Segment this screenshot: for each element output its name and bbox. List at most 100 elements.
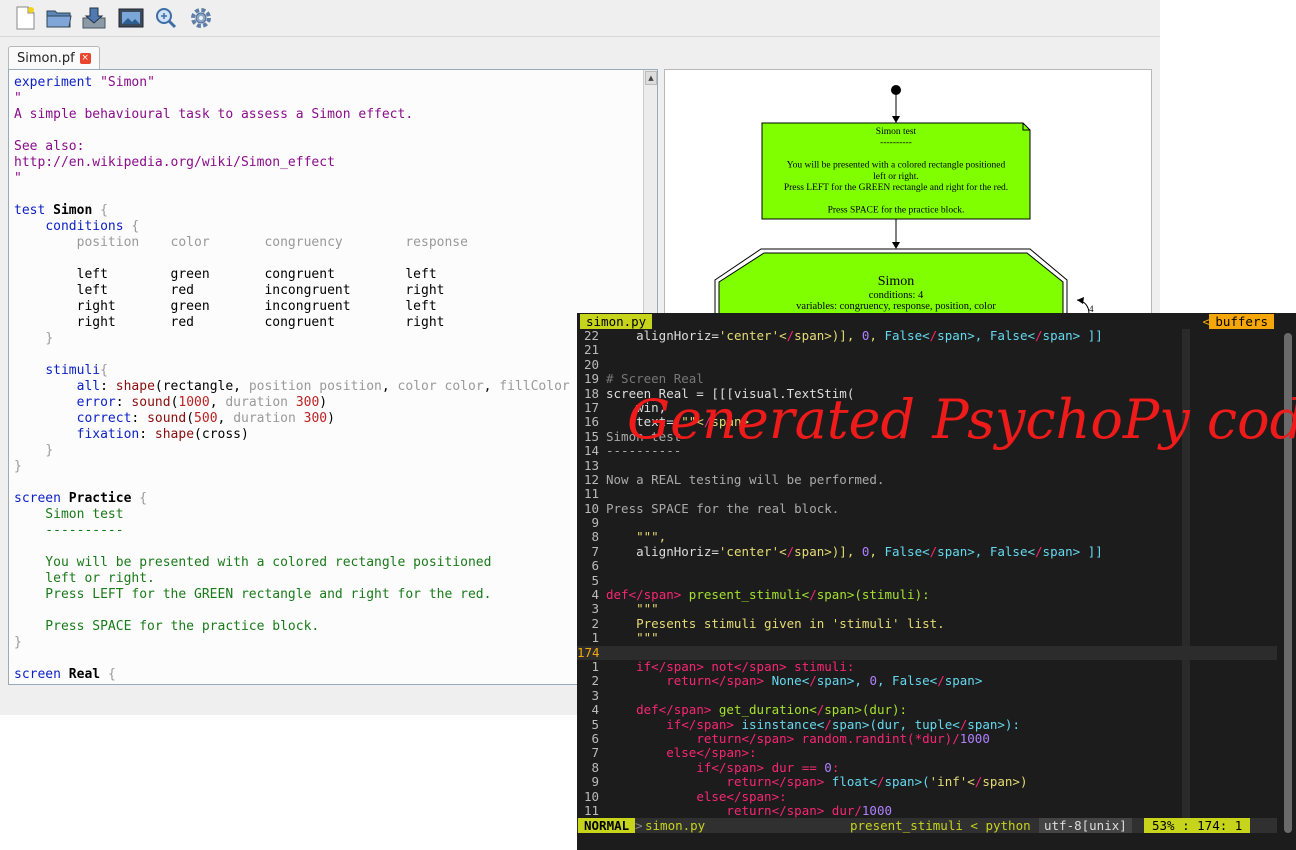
vim-line-number: 20 bbox=[583, 356, 599, 372]
vim-line-number: 5 bbox=[591, 572, 599, 588]
vim-cursor-line[interactable]: 174 bbox=[577, 645, 1277, 660]
editor-text[interactable]: experiment "Simon" " A simple behavioura… bbox=[14, 75, 570, 683]
vim-line[interactable]: 19 # Screen Real bbox=[577, 371, 1277, 387]
vim-line-number: 4 bbox=[591, 587, 599, 603]
close-icon[interactable]: × bbox=[79, 53, 91, 64]
vim-line-number: 15 bbox=[583, 428, 599, 444]
vim-line-number: 6 bbox=[591, 730, 599, 746]
new-file-icon[interactable] bbox=[12, 5, 38, 31]
vim-line-text: def</span> present_stimuli</span>(stimul… bbox=[606, 587, 930, 603]
vim-line[interactable]: 5 bbox=[577, 572, 1277, 588]
vim-line[interactable]: 1 if</span> not</span> stimuli: bbox=[577, 658, 1277, 674]
practice-screen-line: Simon test bbox=[876, 127, 917, 137]
vim-line-number: 16 bbox=[583, 414, 599, 430]
vim-status-function: present_stimuli < python bbox=[850, 818, 1031, 833]
vim-line[interactable]: 10 Press SPACE for the real block. bbox=[577, 500, 1277, 516]
vim-line-number: 8 bbox=[591, 759, 599, 775]
vim-line-text: Now a REAL testing will be performed. bbox=[606, 471, 885, 487]
vim-tab[interactable]: simon.py bbox=[580, 314, 653, 329]
vim-line[interactable]: 6 bbox=[577, 558, 1277, 574]
vim-line-number: 2 bbox=[591, 615, 599, 631]
vim-tabline: simon.py < buffers bbox=[577, 313, 1296, 329]
toolbar bbox=[0, 0, 1160, 37]
vim-line[interactable]: 4 def</span> present_stimuli</span>(stimu… bbox=[577, 587, 1277, 603]
vim-line-number: 9 bbox=[591, 774, 599, 790]
vim-line-number: 21 bbox=[583, 342, 599, 358]
vim-line-text: else</span>: bbox=[696, 788, 787, 804]
vim-line-number: 14 bbox=[583, 443, 599, 459]
practice-screen-line: You will be presented with a colored rec… bbox=[787, 161, 1006, 171]
scroll-up-icon[interactable]: ▲ bbox=[645, 71, 657, 85]
vim-status-encoding: utf-8[unix] bbox=[1039, 818, 1132, 833]
vim-line[interactable]: 7 alignHoriz='center'</span>)], 0, False… bbox=[577, 543, 1277, 559]
vim-line-text: # Screen Real bbox=[606, 371, 704, 387]
vim-line-text: return</span> float</span>('inf'</span>) bbox=[726, 774, 1028, 790]
overlay-caption: Generated PsychoPy code bbox=[627, 388, 1296, 451]
vim-line[interactable]: 21 bbox=[577, 342, 1277, 358]
code-editor[interactable]: experiment "Simon" " A simple behavioura… bbox=[8, 69, 658, 685]
vim-line[interactable]: 12 Now a REAL testing will be performed. bbox=[577, 471, 1277, 487]
practice-screen-line: left or right. bbox=[873, 171, 919, 182]
practice-screen-line: Press LEFT for the GREEN rectangle and r… bbox=[784, 182, 1008, 193]
save-icon[interactable] bbox=[81, 5, 107, 31]
vim-line-number: 8 bbox=[591, 529, 599, 545]
vim-line-number: 7 bbox=[591, 745, 599, 761]
vim-line[interactable]: 11 return</span> dur/1000 bbox=[577, 802, 1277, 818]
image-icon[interactable] bbox=[118, 5, 144, 31]
open-folder-icon[interactable] bbox=[46, 5, 72, 31]
practice-screen-line: Press SPACE for the practice block. bbox=[828, 204, 965, 215]
vim-line-number: 1 bbox=[591, 630, 599, 646]
zoom-icon[interactable] bbox=[153, 5, 179, 31]
vim-line-text: Press SPACE for the real block. bbox=[606, 500, 840, 516]
vim-buffers-label[interactable]: buffers bbox=[1209, 314, 1274, 329]
vim-line-number: 10 bbox=[583, 500, 599, 516]
vim-line[interactable]: 7 else</span>: bbox=[577, 745, 1277, 761]
vim-line-number: 17 bbox=[583, 399, 599, 415]
vim-line-text: else</span>: bbox=[666, 745, 757, 761]
vim-line-text: """ bbox=[606, 630, 659, 646]
vim-line[interactable]: 11 bbox=[577, 486, 1277, 502]
vim-line-text: if</span> dur == 0: bbox=[696, 759, 840, 775]
practice-screen-line: ---------- bbox=[880, 138, 912, 148]
test-block-title: Simon bbox=[878, 274, 915, 289]
vim-line-number: 3 bbox=[591, 601, 599, 617]
vim-line[interactable]: 6 return</span> random.randint(*dur)/100… bbox=[577, 730, 1277, 746]
vim-line[interactable]: 8 """, bbox=[577, 529, 1277, 545]
vim-line[interactable]: 22 alignHoriz='center'</span>)], 0, Fals… bbox=[577, 328, 1277, 343]
vim-line-number: 2 bbox=[591, 673, 599, 689]
vim-line-number: 19 bbox=[583, 371, 599, 387]
vim-line[interactable]: 10 else</span>: bbox=[577, 788, 1277, 804]
vim-status-position: 53% : 174: 1 bbox=[1144, 818, 1251, 833]
vim-line-number: 6 bbox=[591, 558, 599, 574]
settings-gear-icon[interactable] bbox=[188, 5, 214, 31]
vim-line-text: alignHoriz='center'</span>)], 0, False</… bbox=[606, 543, 1103, 559]
vim-line-number: 22 bbox=[583, 328, 599, 343]
vim-line-text: return</span> None</span>, 0, False</spa… bbox=[666, 673, 983, 689]
vim-line[interactable]: 9 return</span> float</span>('inf'</span… bbox=[577, 774, 1277, 790]
vim-line[interactable]: 9 bbox=[577, 515, 1277, 531]
vim-line-number: 11 bbox=[583, 802, 599, 818]
vim-line-number: 3 bbox=[591, 687, 599, 703]
vim-line[interactable]: 1 """ bbox=[577, 630, 1277, 646]
vim-line-number: 10 bbox=[583, 788, 599, 804]
vim-line-number: 11 bbox=[583, 486, 599, 502]
vim-line-number: 4 bbox=[591, 702, 599, 718]
vim-statusline: NORMAL > simon.py present_stimuli < pyth… bbox=[577, 818, 1277, 833]
vim-line[interactable]: 20 bbox=[577, 356, 1277, 372]
vim-line[interactable]: 2 Presents stimuli given in 'stimuli' li… bbox=[577, 615, 1277, 631]
vim-line[interactable]: 3 """ bbox=[577, 601, 1277, 617]
test-block-variables: variables: congruency, response, positio… bbox=[796, 301, 996, 312]
vim-line-text: return</span> dur/1000 bbox=[726, 802, 893, 818]
vim-line-number: 1 bbox=[591, 658, 599, 674]
vim-line[interactable]: 3 bbox=[577, 687, 1277, 703]
tab-simon-pf[interactable]: Simon.pf × bbox=[8, 46, 100, 70]
vim-line[interactable]: 5 if</span> isinstance</span>(dur, tuple… bbox=[577, 716, 1277, 732]
vim-line[interactable]: 4 def</span> get_duration</span>(dur): bbox=[577, 702, 1277, 718]
vim-line-number: 12 bbox=[583, 471, 599, 487]
vim-line-text: def</span> get_duration</span>(dur): bbox=[636, 702, 908, 718]
vim-line-text: if</span> isinstance</span>(dur, tuple</… bbox=[666, 716, 1020, 732]
vim-line[interactable]: 13 bbox=[577, 458, 1277, 473]
vim-line[interactable]: 2 return</span> None</span>, 0, False</s… bbox=[577, 673, 1277, 689]
vim-line-number: 9 bbox=[591, 515, 599, 531]
vim-line[interactable]: 8 if</span> dur == 0: bbox=[577, 759, 1277, 775]
